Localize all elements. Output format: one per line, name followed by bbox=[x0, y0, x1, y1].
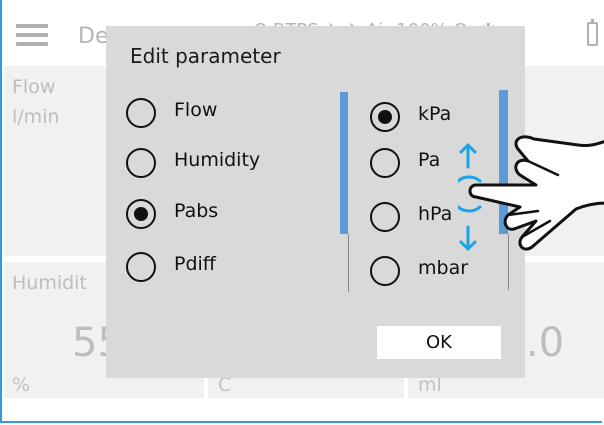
menu-icon[interactable] bbox=[16, 24, 48, 46]
option-label: mbar bbox=[418, 257, 469, 279]
dialog-title: Edit parameter bbox=[130, 44, 281, 68]
screen-title: De bbox=[78, 24, 109, 49]
radio-button-selected[interactable] bbox=[370, 102, 400, 132]
radio-button[interactable] bbox=[126, 148, 156, 178]
tile-unit: % bbox=[12, 374, 31, 396]
tile-unit: l/min bbox=[12, 106, 60, 128]
tile-label: Flow bbox=[12, 76, 56, 98]
tile-label: Humidit bbox=[12, 272, 87, 294]
radio-button[interactable] bbox=[370, 256, 400, 286]
option-label: hPa bbox=[418, 203, 453, 225]
radio-button[interactable] bbox=[370, 148, 400, 178]
column-divider bbox=[348, 234, 349, 292]
device-screen: De ⚲ BTPS ✈ ✈ Air 100% O₂ ✱ Flow l/min H… bbox=[0, 0, 604, 423]
hand-icon bbox=[468, 135, 604, 251]
battery-icon bbox=[587, 19, 598, 46]
ok-button[interactable]: OK bbox=[377, 326, 501, 359]
option-label: kPa bbox=[418, 103, 452, 125]
option-label: Pa bbox=[418, 149, 441, 171]
option-label: Flow bbox=[174, 99, 218, 121]
swipe-hand-icon bbox=[458, 135, 604, 251]
option-label: Pdiff bbox=[174, 253, 216, 275]
option-label: Pabs bbox=[174, 200, 219, 222]
parameter-list-scrollbar[interactable] bbox=[340, 92, 348, 234]
radio-button[interactable] bbox=[126, 252, 156, 282]
tile-value: .0 bbox=[526, 320, 565, 366]
option-label: Humidity bbox=[174, 149, 261, 171]
radio-button[interactable] bbox=[370, 202, 400, 232]
radio-button[interactable] bbox=[126, 98, 156, 128]
radio-button-selected[interactable] bbox=[126, 199, 156, 229]
